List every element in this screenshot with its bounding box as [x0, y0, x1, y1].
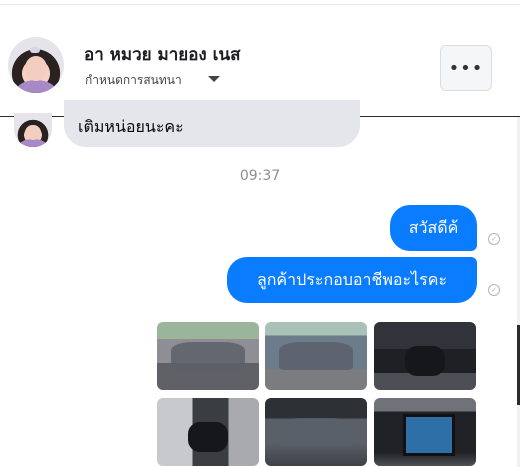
message-avatar[interactable]: [14, 113, 52, 147]
photo-attachment[interactable]: [265, 398, 367, 466]
contact-avatar[interactable]: [8, 37, 64, 93]
photo-attachment[interactable]: [157, 322, 259, 390]
conversation-settings-label[interactable]: กำหนดการสนทนา: [85, 71, 182, 90]
photo-attachment[interactable]: [265, 322, 367, 390]
chevron-down-icon[interactable]: [208, 76, 220, 82]
more-icon: •••: [448, 57, 484, 79]
outgoing-message-text: สวัสดีค้: [408, 217, 459, 237]
contact-name[interactable]: อา หมวย มายอง เนส: [84, 41, 240, 68]
photo-attachment[interactable]: [157, 398, 259, 466]
sent-check-icon: ✓: [488, 233, 500, 245]
sent-check-icon: ✓: [488, 284, 500, 296]
photo-attachment[interactable]: [374, 398, 476, 466]
incoming-message: เติมหน่อยนะคะ: [64, 100, 360, 147]
incoming-message-text: เติมหน่อยนะคะ: [78, 117, 184, 136]
more-button[interactable]: •••: [440, 45, 492, 91]
photo-attachment[interactable]: [374, 322, 476, 390]
message-timestamp: 09:37: [239, 168, 281, 184]
outgoing-message: สวัสดีค้: [390, 205, 477, 251]
outgoing-message-text: ลูกค้าประกอบอาชีพอะไรคะ: [256, 269, 448, 289]
outgoing-message: ลูกค้าประกอบอาชีพอะไรคะ: [227, 257, 477, 303]
